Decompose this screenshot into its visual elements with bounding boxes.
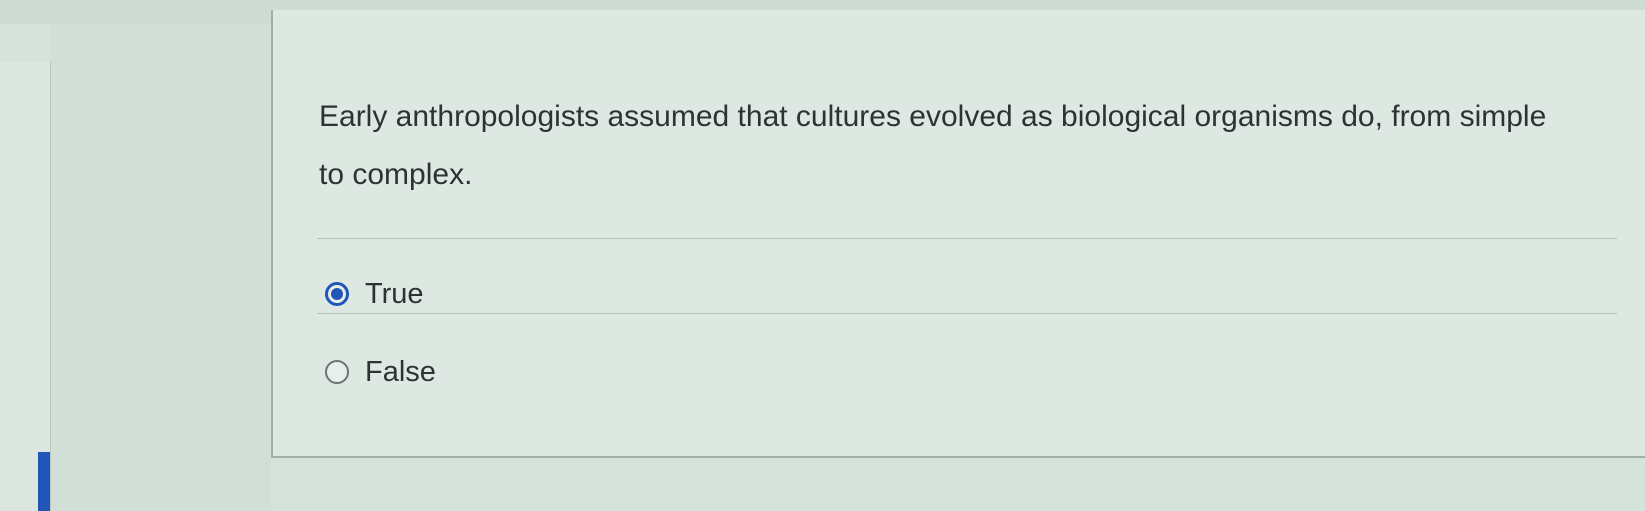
radio-button-selected[interactable] (325, 282, 349, 306)
option-true[interactable]: True (325, 274, 424, 314)
option-label: False (365, 355, 436, 388)
divider (317, 238, 1617, 239)
left-side-panel (0, 62, 51, 511)
divider (317, 313, 1617, 314)
option-false[interactable]: False (325, 352, 436, 392)
option-label: True (365, 277, 424, 310)
question-text: Early anthropologists assumed that cultu… (319, 100, 1547, 191)
left-gutter (51, 24, 271, 511)
left-accent-bar (38, 452, 50, 511)
radio-button[interactable] (325, 360, 349, 384)
question-card: Early anthropologists assumed that cultu… (271, 10, 1645, 458)
